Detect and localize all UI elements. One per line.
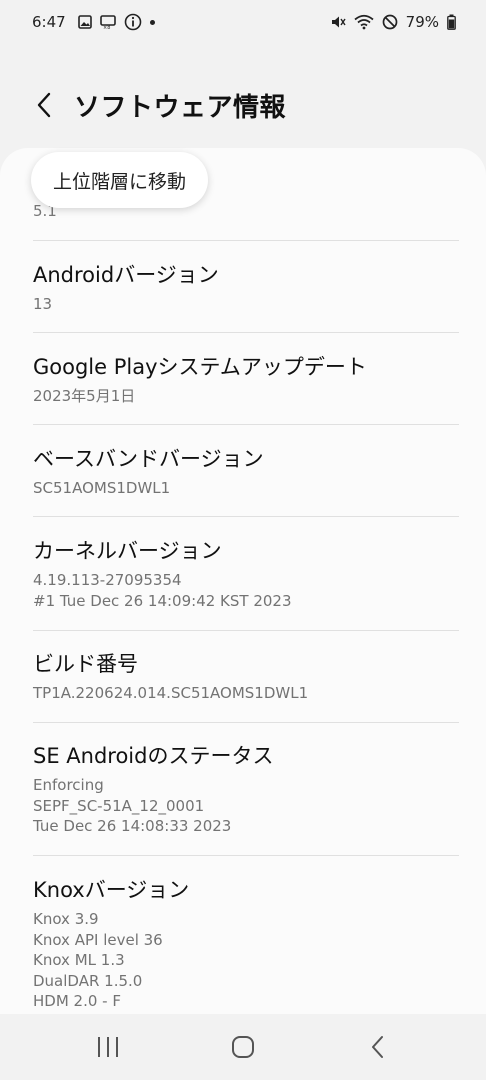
recent-apps-icon (97, 1037, 118, 1057)
scroll-to-top-button[interactable]: 上位階層に移動 (31, 152, 209, 208)
divider (33, 516, 459, 517)
divider (33, 855, 459, 856)
value-line: 4.19.113-27095354 (33, 571, 182, 589)
do-not-disturb-icon (382, 13, 398, 31)
battery-percent: 79% (405, 13, 439, 31)
navigate-up-button[interactable] (26, 87, 62, 123)
item-title: Androidバージョン (33, 263, 219, 287)
gallery-icon (77, 13, 92, 31)
item-value: 4.19.113-27095354 #1 Tue Dec 26 14:09:42… (33, 570, 459, 611)
value-line: #1 Tue Dec 26 14:09:42 KST 2023 (33, 591, 292, 610)
info-icon (124, 13, 142, 31)
battery-icon (447, 13, 456, 31)
mute-icon (330, 13, 346, 31)
divider (33, 722, 459, 723)
back-arrow-icon (37, 92, 51, 118)
status-time: 6:47 (32, 13, 66, 31)
list-item-se-android-status[interactable]: SE Androidのステータス Enforcing SEPF_SC-51A_1… (33, 742, 459, 837)
value-line: SEPF_SC-51A_12_0001 (33, 796, 205, 815)
item-title: ビルド番号 (33, 652, 138, 676)
divider (33, 424, 459, 425)
back-icon (372, 1036, 384, 1058)
wifi-icon (354, 13, 374, 31)
value-line: Tue Dec 26 14:08:33 2023 (33, 817, 232, 835)
screen-record-icon: ×8 (99, 13, 116, 31)
back-button[interactable] (348, 1022, 408, 1072)
divider (33, 630, 459, 631)
value-line: Knox ML 1.3 (33, 951, 125, 969)
svg-text:×8: ×8 (103, 25, 110, 30)
status-bar: 6:47 ×8 79% (0, 0, 486, 44)
value-line: DualDAR 1.5.0 (33, 971, 143, 990)
divider (33, 240, 459, 241)
item-title: SE Androidのステータス (33, 744, 274, 768)
item-value: 13 (33, 295, 53, 313)
item-title: カーネルバージョン (33, 539, 222, 563)
list-item-baseband-version[interactable]: ベースバンドバージョン SC51AOMS1DWL1 (33, 445, 459, 499)
list-item-build-number[interactable]: ビルド番号 TP1A.220624.014.SC51AOMS1DWL1 (33, 650, 459, 704)
item-value: Knox 3.9 Knox API level 36 Knox ML 1.3 D… (33, 909, 459, 1012)
page-title: ソフトウェア情報 (74, 92, 287, 123)
list-item-google-play-update[interactable]: Google Playシステムアップデート 2023年5月1日 (33, 353, 459, 407)
list-item-kernel-version[interactable]: カーネルバージョン 4.19.113-27095354 #1 Tue Dec 2… (33, 537, 459, 611)
recent-apps-button[interactable] (78, 1022, 138, 1072)
app-bar: ソフトウェア情報 (0, 70, 486, 140)
home-button[interactable] (213, 1022, 273, 1072)
value-line: Knox 3.9 (33, 910, 99, 928)
divider (33, 332, 459, 333)
item-value: SC51AOMS1DWL1 (33, 479, 171, 497)
value-line: Enforcing (33, 776, 104, 794)
item-value: 2023年5月1日 (33, 387, 136, 405)
navigation-bar (0, 1014, 486, 1080)
item-title: ベースバンドバージョン (33, 447, 264, 471)
item-title: Google Playシステムアップデート (33, 355, 367, 379)
screen: 6:47 ×8 79% ソフトウェア情報 上位階層に移動 5.1 Android… (0, 0, 486, 1080)
list-item-android-version[interactable]: Androidバージョン 13 (33, 261, 459, 315)
item-title: Knoxバージョン (33, 878, 190, 902)
item-value: Enforcing SEPF_SC-51A_12_0001 Tue Dec 26… (33, 775, 459, 837)
home-icon (231, 1036, 254, 1058)
settings-list: 5.1 Androidバージョン 13 Google Playシステムアップデー… (0, 148, 486, 1014)
list-item-knox-version[interactable]: Knoxバージョン Knox 3.9 Knox API level 36 Kno… (33, 876, 459, 1012)
item-value: TP1A.220624.014.SC51AOMS1DWL1 (33, 684, 309, 702)
value-line: Knox API level 36 (33, 930, 163, 949)
dot-icon (149, 19, 155, 25)
value-line: HDM 2.0 - F (33, 992, 121, 1010)
